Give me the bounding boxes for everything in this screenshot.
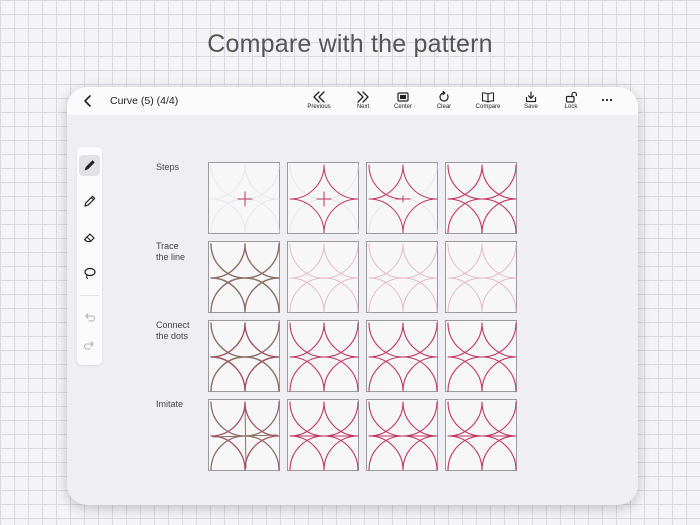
practice-cell-connect-2[interactable]: [287, 320, 359, 392]
center-button[interactable]: Center: [383, 91, 423, 113]
double-chevron-right-icon: [357, 91, 369, 103]
double-chevron-left-icon: [313, 91, 325, 103]
row-label-trace: Trace the line: [156, 241, 186, 262]
practice-cell-steps-3: [366, 162, 438, 234]
save-tray-icon: [525, 91, 537, 103]
row-label-imitate: Imitate: [156, 399, 184, 409]
save-button[interactable]: Save: [511, 91, 551, 113]
row-label-steps: Steps: [156, 162, 180, 172]
app-window: Curve (5) (4/4) Previous Next Center Cle…: [67, 87, 638, 505]
curve-pattern-drawing: [368, 243, 438, 313]
practice-cell-trace-1[interactable]: [208, 241, 280, 313]
curve-pattern-drawing: [210, 322, 280, 392]
ellipsis-icon: [601, 98, 613, 102]
practice-cell-trace-4[interactable]: [445, 241, 517, 313]
practice-cell-trace-2[interactable]: [287, 241, 359, 313]
next-button[interactable]: Next: [343, 91, 383, 113]
practice-cell-connect-4[interactable]: [445, 320, 517, 392]
curve-pattern-drawing: [210, 401, 280, 471]
save-label: Save: [524, 104, 538, 110]
curve-pattern-drawing: [447, 401, 517, 471]
open-book-icon: [481, 92, 495, 103]
practice-cell-imitate-3[interactable]: [366, 399, 438, 471]
curve-pattern-drawing: [210, 243, 280, 313]
back-button[interactable]: [81, 94, 95, 108]
tool-palette: [77, 147, 102, 365]
curve-pattern-drawing: [289, 243, 359, 313]
curve-pattern-drawing: [447, 164, 517, 234]
curve-pattern-drawing: [289, 322, 359, 392]
clear-label: Clear: [436, 104, 452, 110]
previous-label: Previous: [307, 104, 331, 110]
compare-button[interactable]: Compare: [468, 91, 508, 113]
undo-icon: [85, 313, 96, 322]
document-title: Curve (5) (4/4): [110, 95, 179, 107]
eraser-tool-button[interactable]: [79, 227, 100, 248]
curve-pattern-drawing: [447, 243, 517, 313]
curve-pattern-drawing: [289, 401, 359, 471]
unlock-icon: [565, 91, 577, 103]
next-label: Next: [356, 104, 370, 110]
lasso-tool-button[interactable]: [79, 263, 100, 284]
practice-cell-imitate-2[interactable]: [287, 399, 359, 471]
chevron-left-icon: [84, 95, 91, 107]
lock-button[interactable]: Lock: [551, 91, 591, 113]
eraser-icon: [83, 233, 95, 243]
previous-button[interactable]: Previous: [299, 91, 339, 113]
practice-cell-steps-1: [208, 162, 280, 234]
curve-pattern-drawing: [368, 401, 438, 471]
center-frame-icon: [397, 92, 409, 102]
top-toolbar: Curve (5) (4/4) Previous Next Center Cle…: [67, 87, 638, 115]
curve-pattern-drawing: [447, 322, 517, 392]
lock-label: Lock: [564, 104, 578, 110]
clear-button[interactable]: Clear: [424, 91, 464, 113]
compare-label: Compare: [475, 104, 501, 110]
practice-cell-imitate-1[interactable]: [208, 399, 280, 471]
practice-cell-connect-3[interactable]: [366, 320, 438, 392]
center-label: Center: [393, 104, 412, 110]
practice-cell-imitate-4[interactable]: [445, 399, 517, 471]
pencil-icon: [84, 195, 96, 207]
practice-cell-steps-4: [445, 162, 517, 234]
undo-button[interactable]: [79, 307, 100, 328]
pencil-tool-button[interactable]: [79, 191, 100, 212]
curve-pattern-drawing: [368, 164, 438, 234]
practice-cell-steps-2: [287, 162, 359, 234]
curve-pattern-drawing: [368, 322, 438, 392]
redo-button[interactable]: [79, 335, 100, 356]
lasso-icon: [84, 267, 96, 280]
curve-pattern-drawing: [210, 164, 280, 234]
redo-icon: [83, 341, 94, 350]
pen-icon: [84, 160, 95, 171]
practice-cell-trace-3[interactable]: [366, 241, 438, 313]
palette-divider: [80, 295, 99, 296]
refresh-icon: [439, 91, 449, 102]
practice-cell-connect-1[interactable]: [208, 320, 280, 392]
more-button[interactable]: [601, 93, 613, 108]
row-label-connect: Connect the dots: [156, 320, 190, 341]
headline: Compare with the pattern: [207, 30, 493, 58]
curve-pattern-drawing: [289, 164, 359, 234]
pen-tool-button[interactable]: [79, 155, 100, 176]
